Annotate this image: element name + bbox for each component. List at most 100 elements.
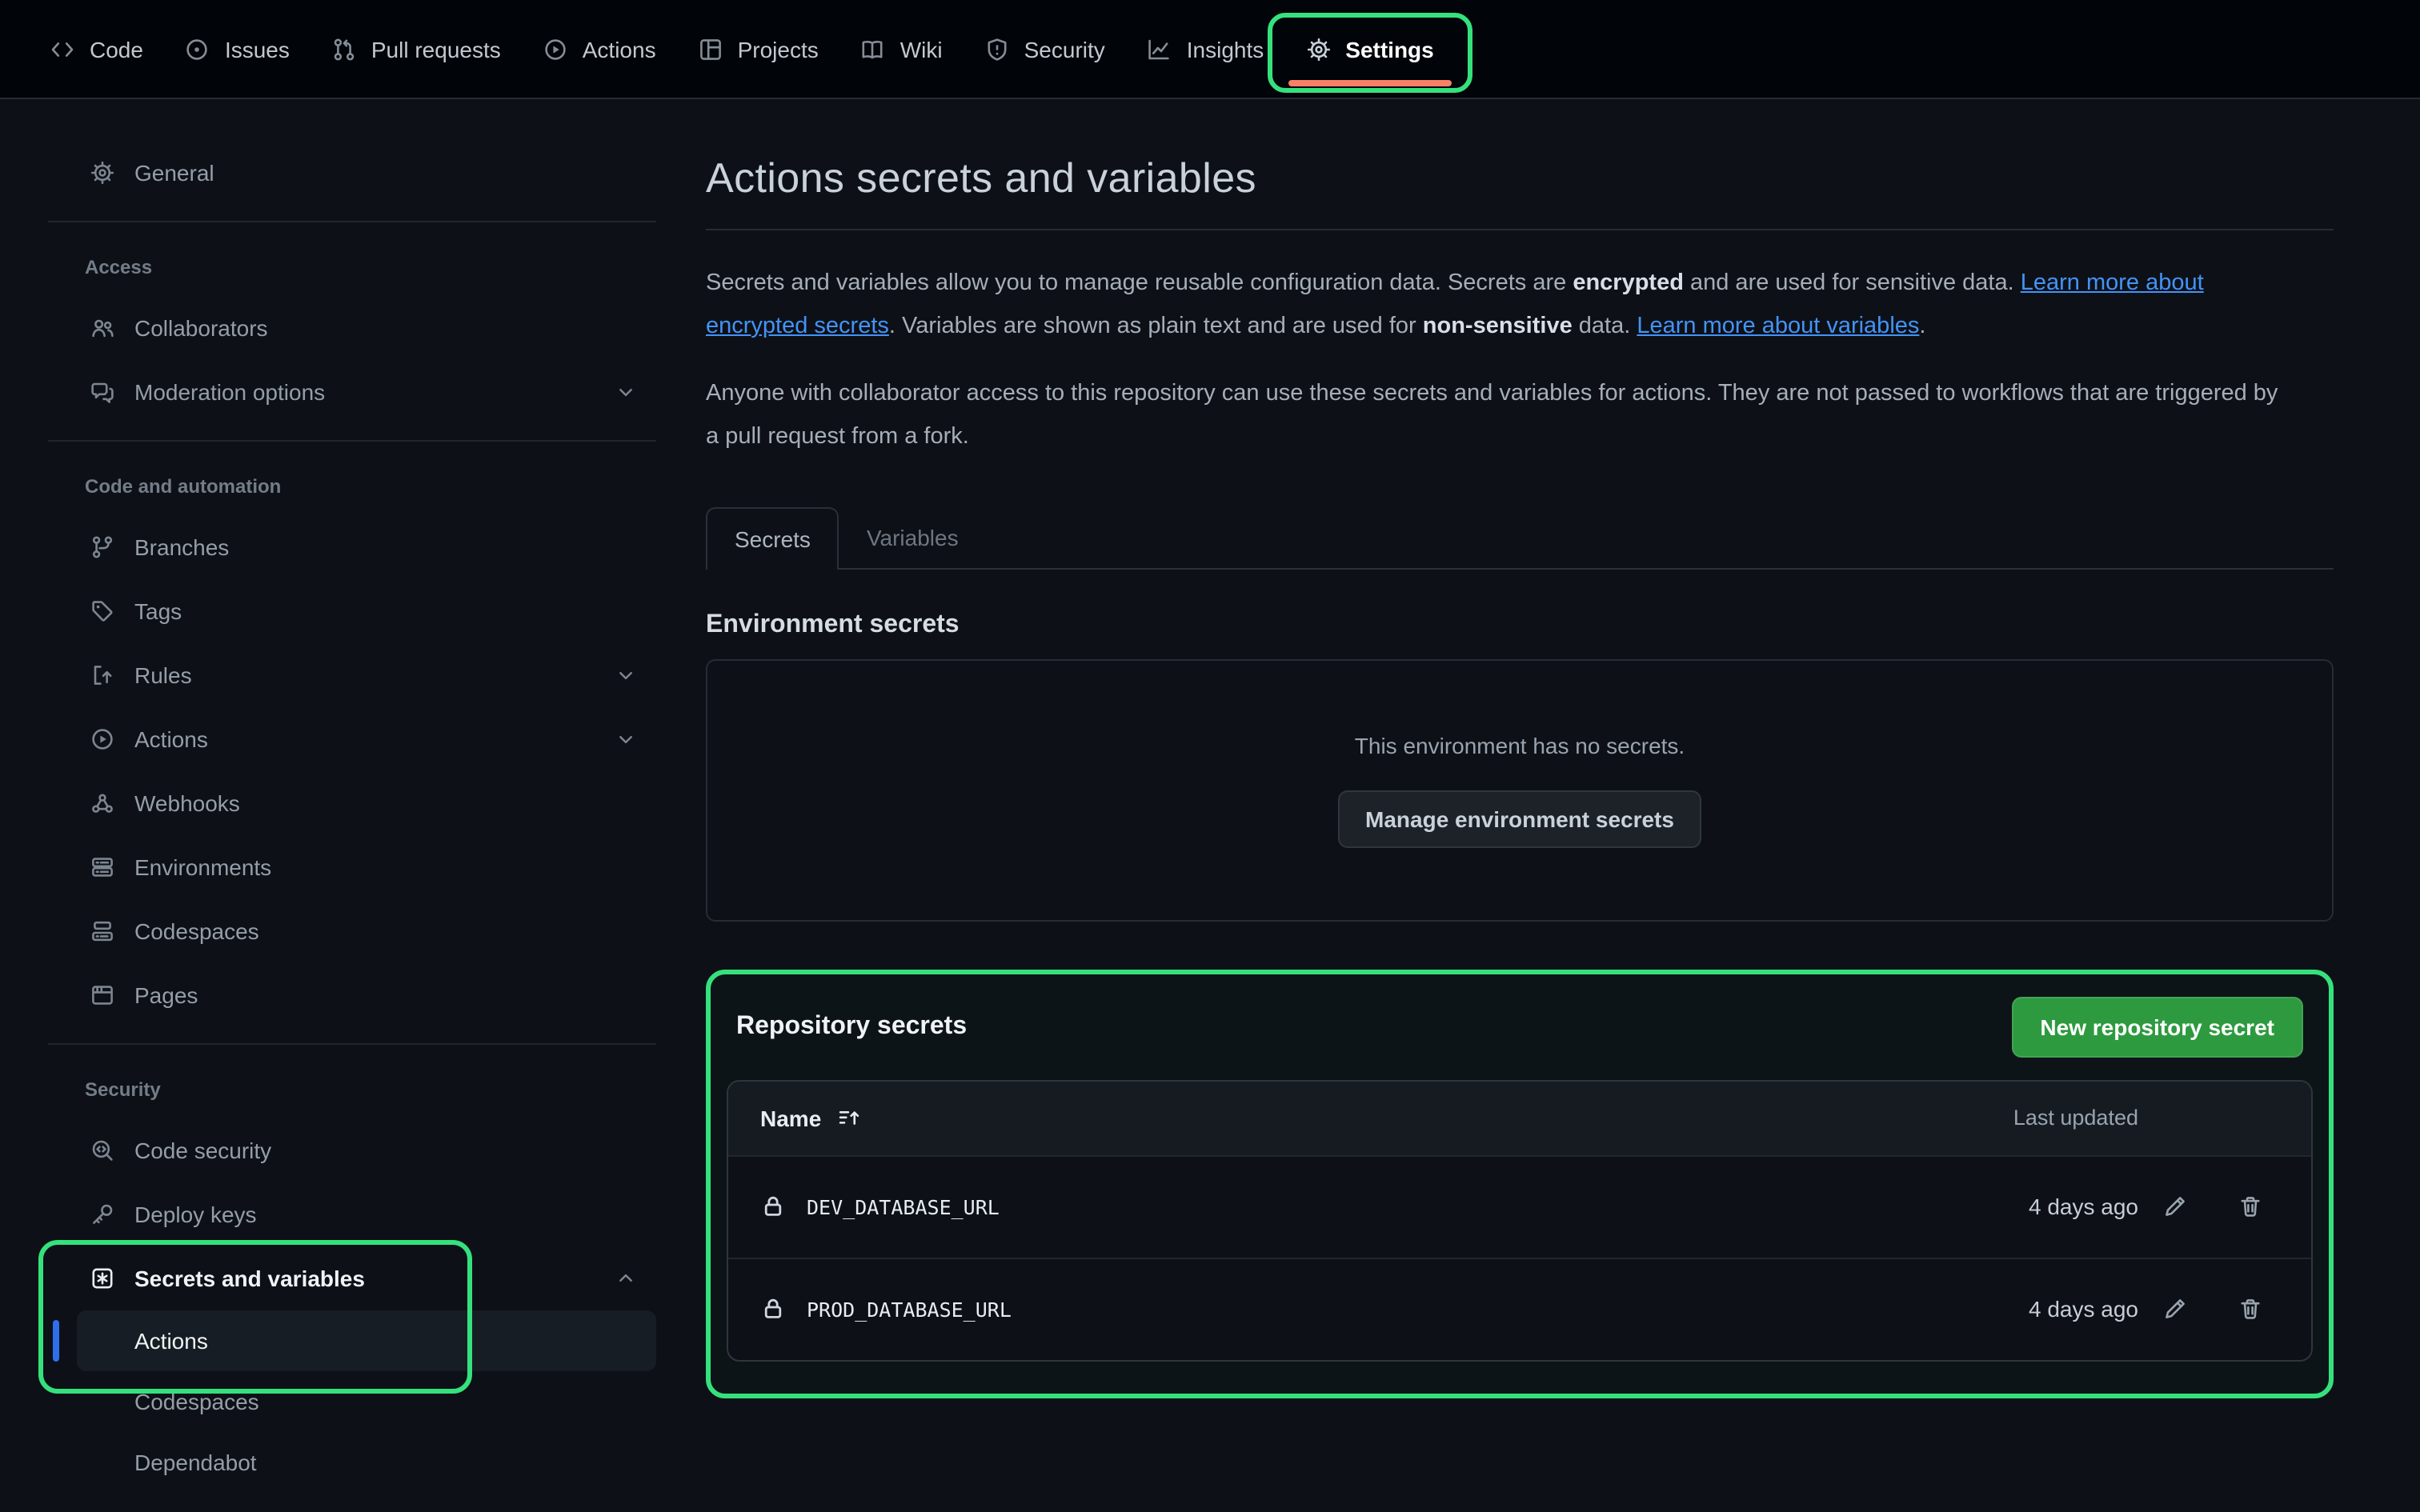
nav-tab-insights[interactable]: Insights bbox=[1126, 0, 1285, 98]
sidebar-item-environments[interactable]: Environments bbox=[48, 835, 672, 899]
sort-ascending-icon bbox=[837, 1106, 861, 1130]
sidebar-subitem-codespaces[interactable]: Codespaces bbox=[77, 1371, 656, 1432]
nav-tab-security[interactable]: Security bbox=[964, 0, 1126, 98]
new-repository-secret-button[interactable]: New repository secret bbox=[2011, 996, 2303, 1057]
sidebar-item-moderation-options[interactable]: Moderation options bbox=[48, 360, 672, 424]
edit-secret-button[interactable] bbox=[2138, 1258, 2212, 1359]
sidebar-item-webhooks[interactable]: Webhooks bbox=[48, 771, 672, 835]
nav-tab-code[interactable]: Code bbox=[29, 0, 164, 98]
intro-text: Secrets and variables allow you to manag… bbox=[706, 270, 1573, 296]
nav-tab-label: Projects bbox=[738, 36, 819, 62]
sidebar-item-label: Branches bbox=[134, 534, 229, 560]
delete-secret-button[interactable] bbox=[2212, 1258, 2289, 1359]
last-updated-column-header: Last updated bbox=[1898, 1106, 2138, 1130]
browser-icon bbox=[90, 982, 115, 1008]
intro-text: data. bbox=[1573, 314, 1637, 339]
main-panel: Actions secrets and variables Secrets an… bbox=[706, 99, 2334, 1398]
secrets-and-variables-group: Secrets and variables Actions bbox=[48, 1246, 672, 1371]
link-learn-more-variables[interactable]: Learn more about variables bbox=[1637, 314, 1919, 339]
gear-icon bbox=[1305, 36, 1331, 62]
sidebar-item-tags[interactable]: Tags bbox=[48, 579, 672, 643]
nav-tab-label: Actions bbox=[583, 36, 656, 62]
table-header-row: Name Last updated bbox=[728, 1081, 2311, 1154]
repository-secrets-section: Repository secrets New repository secret… bbox=[706, 969, 2334, 1398]
table-icon bbox=[698, 36, 723, 62]
secret-row: PROD_DATABASE_URL 4 days ago bbox=[728, 1257, 2311, 1359]
nav-tab-label: Settings bbox=[1345, 36, 1433, 62]
sidebar-item-rules[interactable]: Rules bbox=[48, 643, 672, 707]
sidebar-item-label: Code security bbox=[134, 1138, 271, 1163]
sidebar-item-code-security[interactable]: Code security bbox=[48, 1118, 672, 1182]
nav-tab-wiki[interactable]: Wiki bbox=[839, 0, 964, 98]
sidebar-item-actions[interactable]: Actions bbox=[48, 707, 672, 771]
nav-tab-pull-requests[interactable]: Pull requests bbox=[311, 0, 522, 98]
git-branch-icon bbox=[90, 534, 115, 560]
intro-bold-encrypted: encrypted bbox=[1573, 270, 1684, 296]
secrets-variables-tabnav: Secrets Variables bbox=[706, 506, 2334, 569]
key-icon bbox=[90, 1202, 115, 1227]
secret-name: PROD_DATABASE_URL bbox=[807, 1297, 1012, 1321]
content-area: General Access Collaborators Moderation … bbox=[0, 99, 2420, 1493]
nav-tab-label: Security bbox=[1024, 36, 1105, 62]
repo-nav: Code Issues Pull requests Actions Projec… bbox=[0, 0, 2420, 99]
tab-variables[interactable]: Variables bbox=[839, 506, 986, 567]
sidebar-item-pages[interactable]: Pages bbox=[48, 963, 672, 1027]
sidebar-item-deploy-keys[interactable]: Deploy keys bbox=[48, 1182, 672, 1246]
sidebar-item-label: Moderation options bbox=[134, 379, 325, 405]
secret-last-updated: 4 days ago bbox=[1898, 1296, 2138, 1322]
key-asterisk-icon bbox=[90, 1266, 115, 1291]
nav-tab-label: Wiki bbox=[900, 36, 943, 62]
sidebar-subitem-label: Dependabot bbox=[134, 1450, 257, 1475]
selected-indicator-bar bbox=[53, 1320, 59, 1362]
sidebar-subitem-label: Actions bbox=[134, 1328, 208, 1354]
nav-tab-actions[interactable]: Actions bbox=[522, 0, 677, 98]
nav-tab-issues[interactable]: Issues bbox=[164, 0, 311, 98]
sidebar-section-access: Access bbox=[48, 238, 672, 296]
sidebar-item-label: Actions bbox=[134, 726, 208, 752]
name-column-header[interactable]: Name bbox=[760, 1105, 1898, 1130]
intro-paragraph: Secrets and variables allow you to manag… bbox=[706, 262, 2290, 349]
pencil-icon bbox=[2162, 1296, 2188, 1322]
intro-bold-non-sensitive: non-sensitive bbox=[1423, 314, 1573, 339]
edit-secret-button[interactable] bbox=[2138, 1156, 2212, 1257]
pencil-icon bbox=[2162, 1194, 2188, 1219]
lock-icon bbox=[760, 1194, 786, 1219]
repository-secrets-header: Repository secrets New repository secret bbox=[736, 996, 2303, 1057]
intro-text: . Variables are shown as plain text and … bbox=[889, 314, 1423, 339]
secret-name-cell: DEV_DATABASE_URL bbox=[760, 1194, 1898, 1219]
sidebar-item-label: Environments bbox=[134, 854, 271, 880]
manage-environment-secrets-button[interactable]: Manage environment secrets bbox=[1338, 790, 1701, 847]
sidebar-item-general[interactable]: General bbox=[48, 141, 672, 205]
intro-text: . bbox=[1919, 314, 1925, 339]
secret-name: DEV_DATABASE_URL bbox=[807, 1194, 1000, 1218]
tab-secrets[interactable]: Secrets bbox=[706, 506, 839, 569]
environment-empty-message: This environment has no secrets. bbox=[1355, 732, 1685, 758]
sidebar-subitem-actions[interactable]: Actions bbox=[77, 1310, 656, 1371]
secret-row: DEV_DATABASE_URL 4 days ago bbox=[728, 1154, 2311, 1257]
sidebar-item-secrets-and-variables[interactable]: Secrets and variables bbox=[48, 1246, 672, 1310]
nav-tab-settings[interactable]: Settings bbox=[1284, 0, 1454, 98]
nav-tab-label: Issues bbox=[225, 36, 290, 62]
title-divider bbox=[706, 229, 2334, 230]
issue-opened-icon bbox=[185, 36, 210, 62]
sidebar-item-collaborators[interactable]: Collaborators bbox=[48, 296, 672, 360]
page-title: Actions secrets and variables bbox=[706, 154, 2334, 203]
sidebar-item-branches[interactable]: Branches bbox=[48, 515, 672, 579]
sidebar-item-label: General bbox=[134, 160, 214, 186]
chevron-down-icon bbox=[615, 728, 637, 750]
intro-text: and are used for sensitive data. bbox=[1684, 270, 2021, 296]
sidebar-section-code-and-automation: Code and automation bbox=[48, 458, 672, 515]
sidebar-item-codespaces[interactable]: Codespaces bbox=[48, 899, 672, 963]
sidebar-subitem-dependabot[interactable]: Dependabot bbox=[77, 1432, 656, 1493]
people-icon bbox=[90, 315, 115, 341]
comment-discussion-icon bbox=[90, 379, 115, 405]
code-icon bbox=[50, 36, 75, 62]
graph-icon bbox=[1147, 36, 1172, 62]
name-header-label: Name bbox=[760, 1105, 821, 1130]
nav-tab-projects[interactable]: Projects bbox=[677, 0, 839, 98]
sidebar-item-label: Collaborators bbox=[134, 315, 268, 341]
active-tab-underline bbox=[1288, 80, 1451, 86]
delete-secret-button[interactable] bbox=[2212, 1156, 2289, 1257]
trash-icon bbox=[2238, 1194, 2263, 1219]
repository-secrets-table: Name Last updated bbox=[727, 1079, 2313, 1361]
